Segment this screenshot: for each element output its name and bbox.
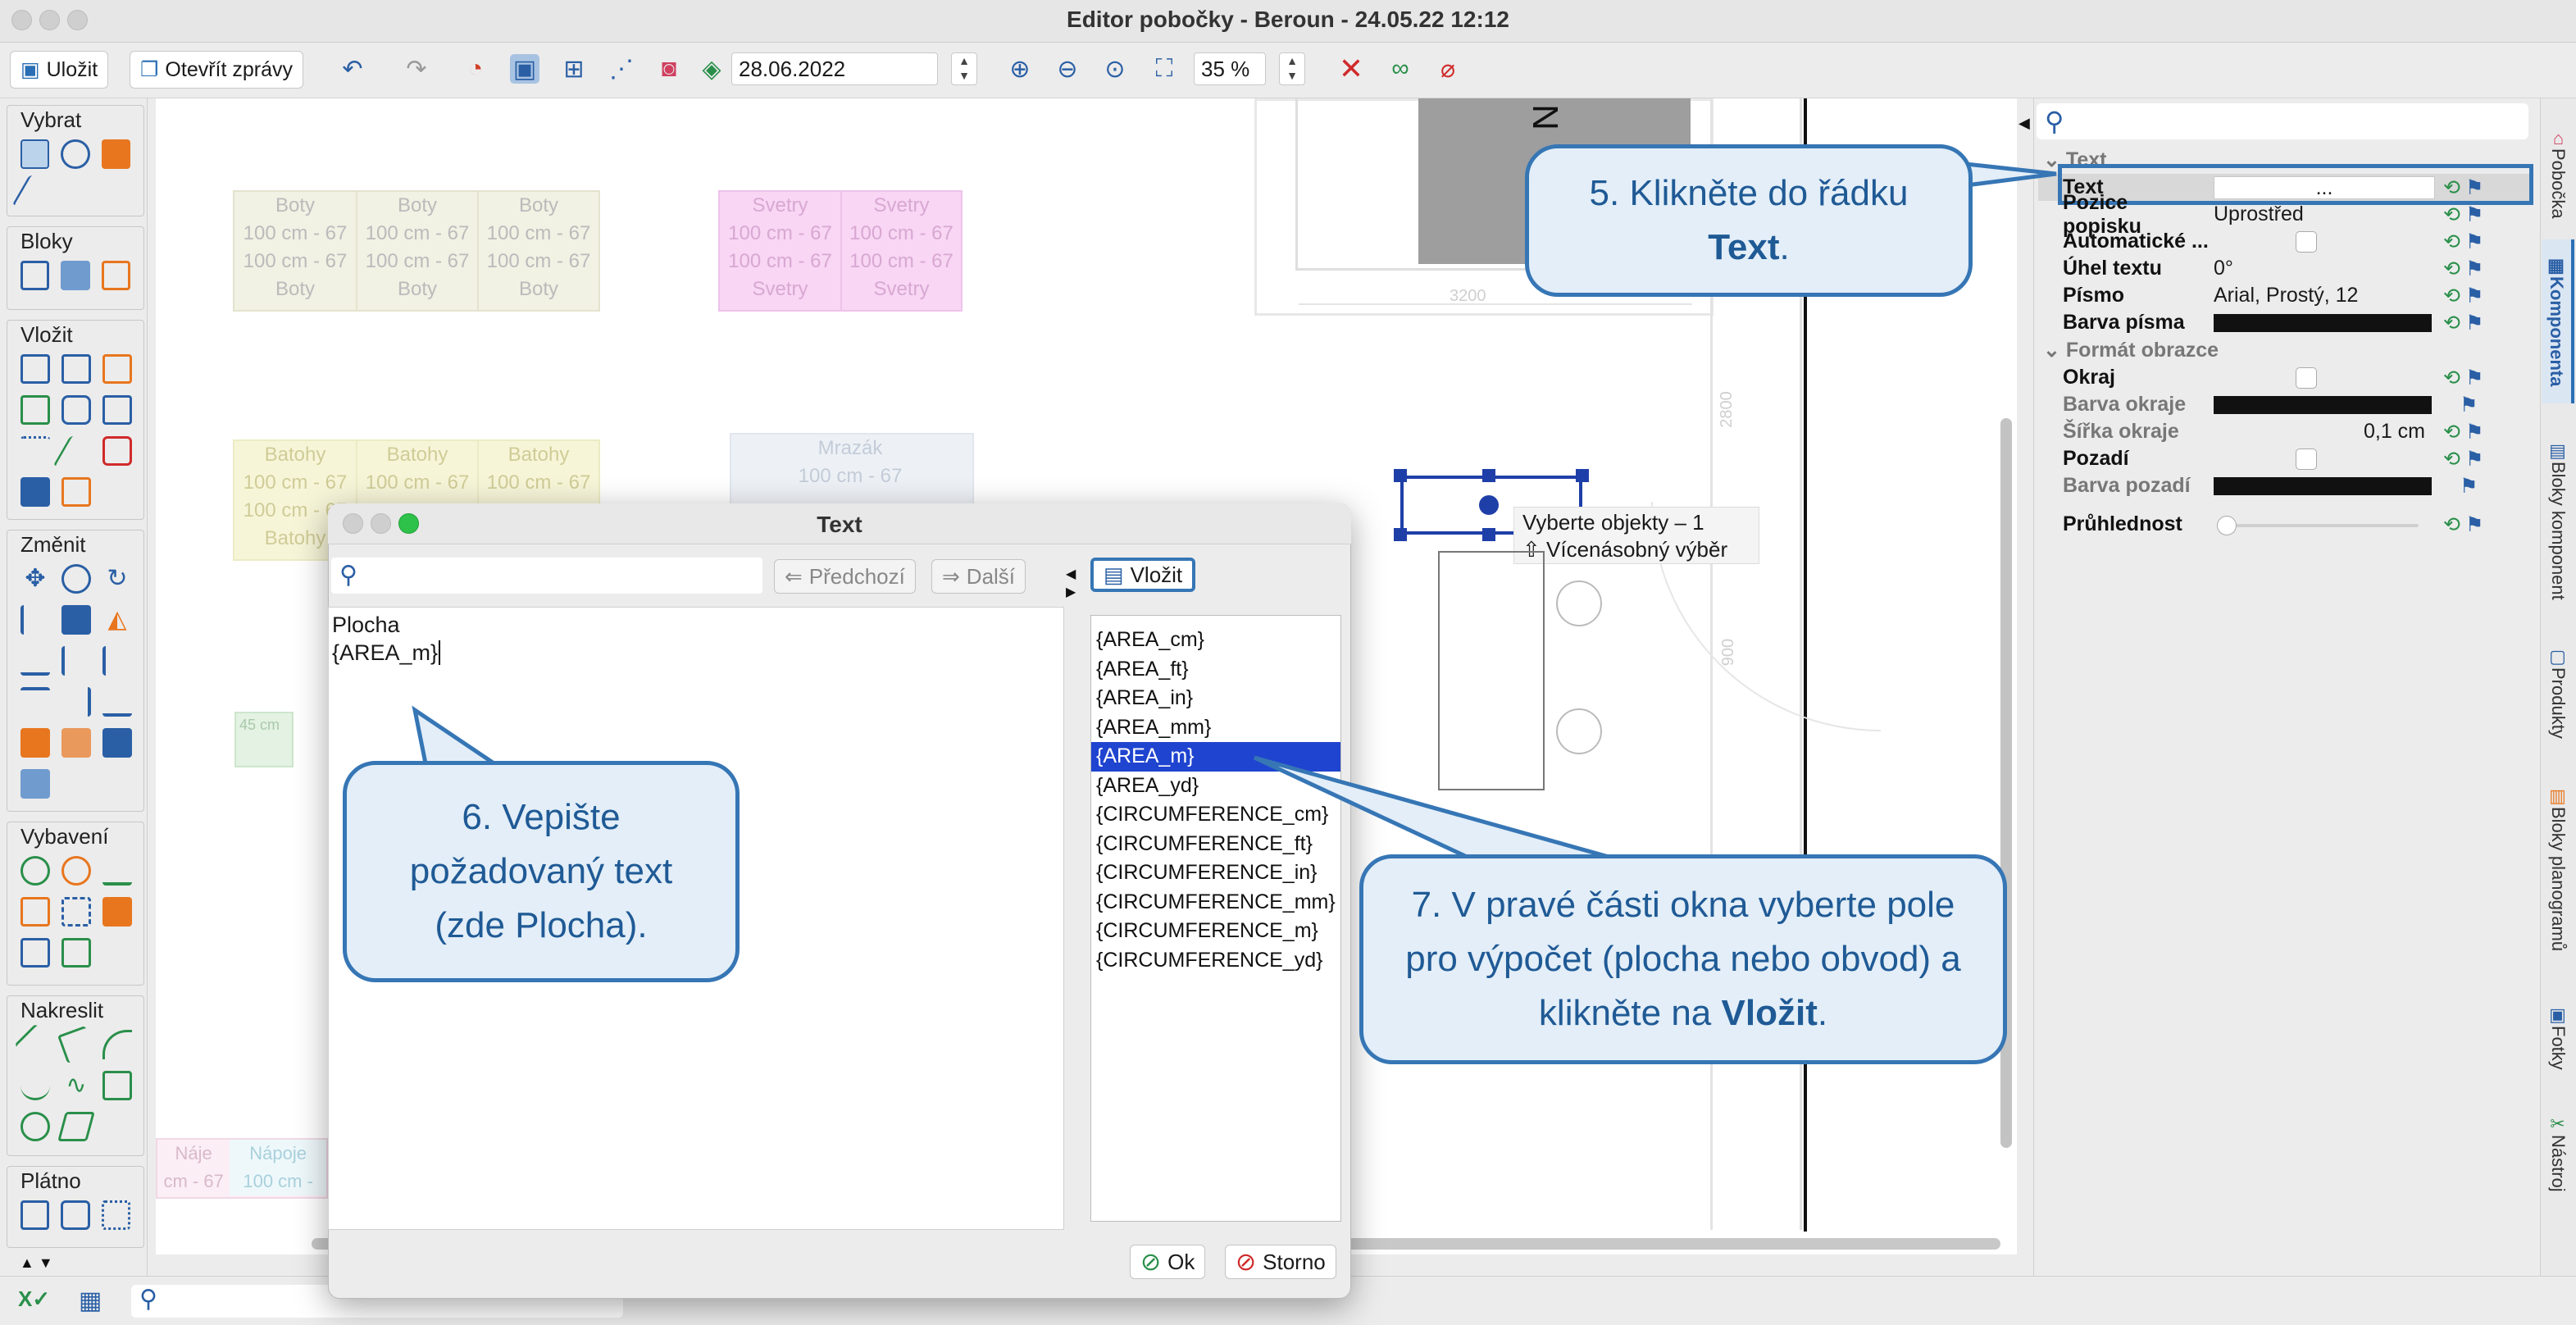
callout-step-7: 7. V pravé části okna vyberte pole pro v… <box>1359 854 2007 1064</box>
callout-step-6: 6. Vepište požadovaný text (zde Plocha). <box>343 761 740 982</box>
callout5-pointer <box>1964 162 2057 188</box>
callout-pointers <box>412 162 2057 863</box>
callout6-pointer <box>412 705 507 770</box>
callout-step-5: 5. Klikněte do řádku Text. <box>1525 144 1973 297</box>
callout7-pointer <box>1253 755 1624 863</box>
